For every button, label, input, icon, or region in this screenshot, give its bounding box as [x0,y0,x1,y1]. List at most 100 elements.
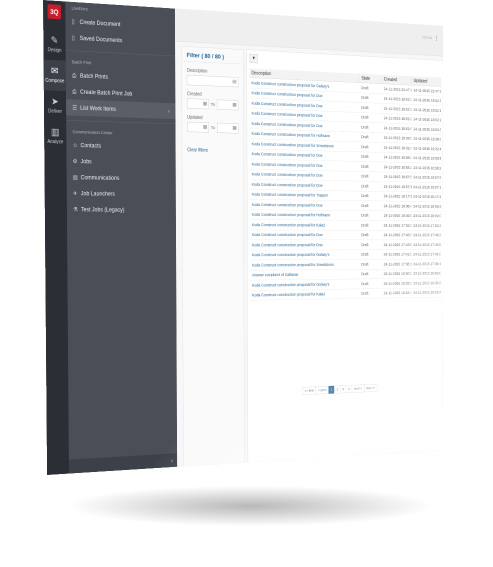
cell-updated: 24-11-2015 17:43:51 [411,239,441,250]
cell-created: 24-11-2015 17:48:36 [381,230,412,240]
cell-created: 24-11-2015 17:43:51 [381,239,412,250]
nav-label: Jobs [80,157,92,165]
cell-state: Draft [359,200,382,211]
pager-last[interactable]: last >> [363,383,378,393]
calendar-icon: ▦ [203,124,208,130]
cell-created: 24-11-2015 18:17:12 [381,191,412,202]
cell-created: 24-11-2015 18:02:05 [381,210,412,221]
cell-updated: 24-11-2015 18:57:12 [411,181,441,193]
paper-plane-icon: ➤ [51,96,59,108]
user-icon: ☺ [72,141,78,149]
table-row[interactable]: Koda Construct construction proposal for… [249,239,441,250]
cell-state: Draft [359,230,382,240]
filter-icon: ▼ [251,55,256,61]
cell-created: 24-11-2015 18:57:12 [381,181,412,192]
cell-description[interactable]: Koda Construct construction proposal for… [249,229,360,240]
cell-updated: 24-11-2015 18:02:05 [411,210,441,221]
table-body: Koda Construct construction proposal for… [249,77,441,301]
updated-from-input[interactable]: ▦ [187,121,209,133]
secondary-nav: LiveDocs ▯ Create Document ▯ Saved Documen… [65,1,178,474]
cell-description[interactable]: Koda Construct construction proposal for… [249,239,360,250]
results-panel: ▼ Description State Created Updated Koda… [246,49,443,464]
nav-label: Create Document [79,18,121,28]
pagination: << first < prev 1 2 3 4 next > last >> [302,383,378,395]
application-window: 3Q ✎ Design ✉ Compose ➤ Deliver ▥ Analyz… [43,0,443,475]
flask-icon: ⚗ [73,206,78,213]
pager-next[interactable]: next > [351,384,365,393]
cell-state: Draft [359,249,382,260]
nav-divider [66,120,176,125]
cell-created: 24-11-2015 17:52:23 [381,220,412,231]
cell-created: 24-11-2015 17:41:09 [381,249,412,260]
filter-title: Filter ( 80 / 80 ) [181,46,243,65]
nav-item-list-work-items[interactable]: ☰ List Work Items › [66,99,176,120]
cell-updated: 24-11-2015 17:38:14 [411,258,441,269]
work-items-table: Description State Created Updated Koda C… [249,68,441,301]
table-row[interactable]: Koda Construct construction proposal for… [249,219,441,231]
user-menu-placeholder[interactable]: ▭▭▭ [422,35,432,40]
cell-updated: 24-11-2015 16:50:03 [411,268,441,279]
nav-label: List Work Items [80,104,117,113]
nav-label: Test Jobs (Legacy) [80,206,125,214]
cell-description[interactable]: Koda Construct construction proposal for… [249,219,360,231]
cell-description[interactable]: Koda Construct construction proposal for… [249,209,360,221]
description-filter-input[interactable]: ▤ [186,74,239,88]
rail-item-deliver[interactable]: ➤ Deliver [44,90,66,121]
envelope-icon: ✉ [50,65,59,77]
cell-updated: 24-11-2015 18:57:51 [411,172,441,183]
filter-toggle-button[interactable]: ▼ [249,53,259,64]
list-icon: ☰ [72,104,78,112]
cell-updated: 24-11-2015 16:33:22 [411,278,441,288]
cell-created: 24-11-2015 17:38:14 [381,259,412,269]
cell-updated: 24-11-2015 18:17:12 [411,191,441,202]
communications-icon: ▤ [72,173,78,181]
cell-created: 24-11-2015 18:58:27 [381,161,412,173]
chevron-right-icon: › [167,107,170,115]
table-row[interactable]: Koda Construct construction proposal for… [250,287,441,301]
cell-state: Draft [359,278,382,289]
nav-label: Communications [80,174,120,182]
nav-label: Job Launchers [80,190,115,198]
nav-item-communications[interactable]: ▤ Communications [67,169,176,187]
created-to-input[interactable]: ▦ [216,99,239,111]
nav-item-job-launchers[interactable]: ✈ Job Launchers [67,185,176,202]
cell-updated: 24-11-2015 17:41:09 [411,249,441,260]
bar-chart-icon: ▥ [50,126,60,138]
cell-created: 24-11-2015 16:50:03 [381,268,412,279]
rail-item-compose[interactable]: ✉ Compose [43,59,66,92]
rail-item-analyze[interactable]: ▥ Analyze [44,121,66,152]
rail-item-design[interactable]: ✎ Design [43,29,66,61]
cell-state: Draft [359,181,382,192]
cell-updated: 24-11-2015 17:48:36 [411,230,441,240]
nav-label: Create Batch Print Job [80,88,133,98]
updated-label: Updated [187,114,203,121]
cell-description[interactable]: Koda Construct construction proposal for… [250,288,360,301]
pager-first[interactable]: << first [302,386,317,395]
menu-icon[interactable]: ⋮ [434,35,438,41]
cell-state: Draft [359,171,382,182]
created-from-input[interactable]: ▦ [186,98,209,110]
clear-filters-link[interactable]: Clear filters [187,148,238,154]
cell-state: Draft [359,288,382,299]
printer-icon: ⎙ [72,71,77,79]
documents-icon: ▯ [71,34,75,42]
cell-state: Draft [359,239,382,250]
pager-prev[interactable]: < prev [315,385,329,395]
nav-item-test-jobs[interactable]: ⚗ Test Jobs (Legacy) [67,201,176,218]
created-label: Created [186,91,202,98]
chevron-left-icon: ‹ [171,456,174,465]
print-job-icon: ⎙ [72,88,77,95]
cell-updated: 24-11-2015 18:58:27 [411,162,441,173]
cell-updated: 24-11-2015 17:52:23 [411,220,441,231]
table-row[interactable]: Koda Construct construction proposal for… [249,229,441,240]
collapse-nav-button[interactable]: ‹ [68,453,178,474]
calendar-icon: ▦ [232,102,237,108]
rail-label: Compose [45,77,65,84]
cell-created: 24-11-2015 18:57:51 [381,171,412,182]
mockup-scene: 3Q ✎ Design ✉ Compose ➤ Deliver ▥ Analyz… [0,0,493,567]
cell-state: Draft [359,141,382,153]
cell-description[interactable]: Koda Construct construction proposal for… [249,249,360,260]
to-label: To [210,102,215,107]
updated-to-input[interactable]: ▦ [216,122,239,134]
rocket-icon: ✈ [72,189,78,197]
